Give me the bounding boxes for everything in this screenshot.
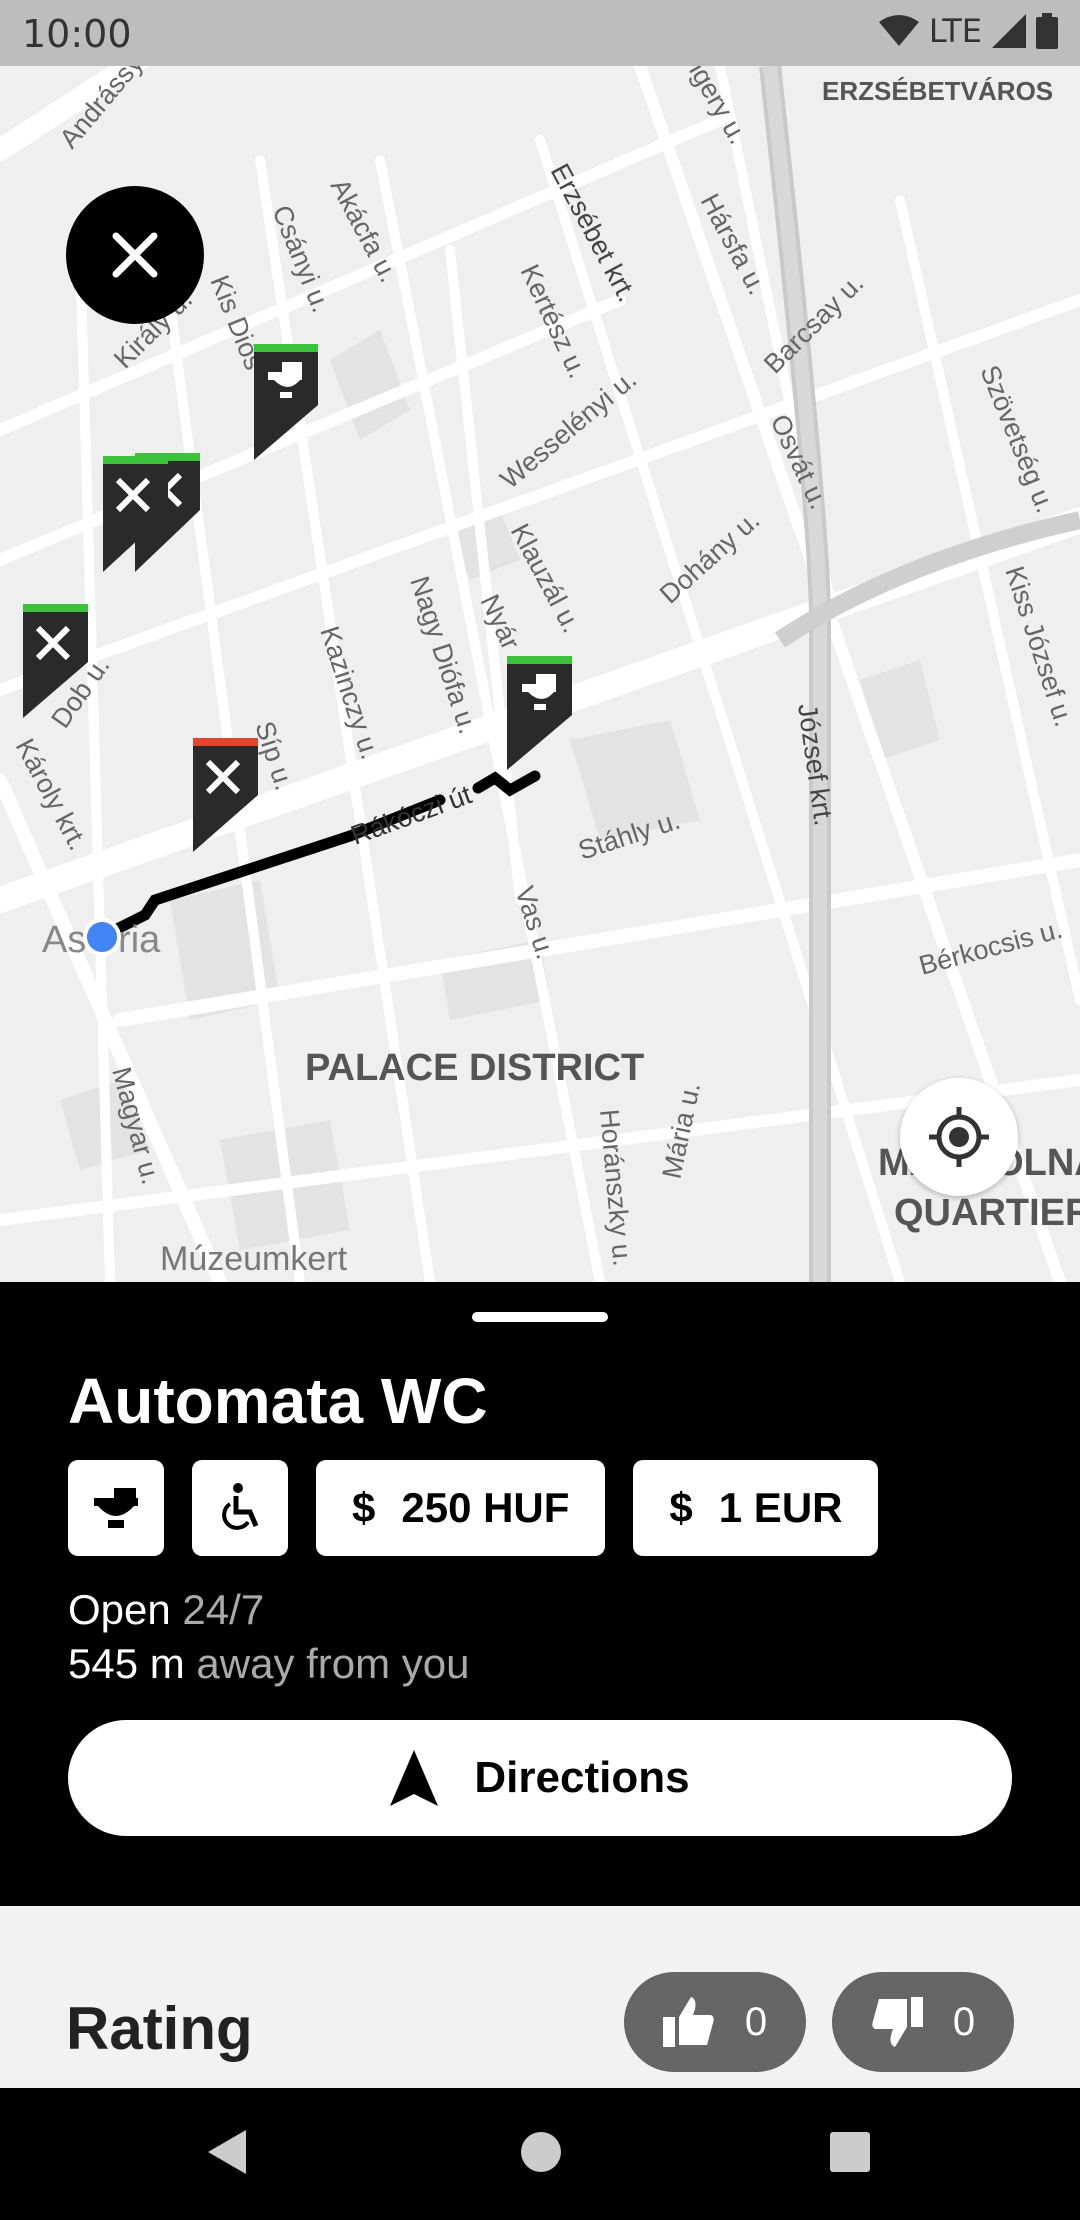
network-label: LTE <box>928 12 982 50</box>
price-chip-eur: $ 1 EUR <box>633 1460 879 1556</box>
street-label: Múzeumkert <box>160 1240 348 1278</box>
rating-section: Rating 0 0 <box>0 1906 1080 2088</box>
back-icon[interactable] <box>204 2128 248 2176</box>
crosshair-icon <box>929 1107 989 1167</box>
thumbs-down-icon <box>872 1997 923 2047</box>
signal-icon <box>992 14 1026 48</box>
feature-chips: $ 250 HUF $ 1 EUR <box>68 1460 879 1556</box>
status-icons: LTE <box>878 12 1058 50</box>
status-bar: 10:00 LTE <box>0 0 1080 66</box>
thumbs-down-button[interactable]: 0 <box>832 1972 1014 2072</box>
place-details-sheet: Automata WC $ 250 HUF $ 1 EUR Open 24/7 … <box>0 1282 1080 1906</box>
current-location-dot <box>83 918 121 956</box>
district-label: PALACE DISTRICT <box>305 1047 644 1089</box>
recents-icon[interactable] <box>828 2128 872 2176</box>
dollar-icon: $ <box>669 1484 693 1531</box>
close-icon <box>112 232 158 278</box>
wifi-icon <box>878 15 919 46</box>
battery-icon <box>1036 13 1058 49</box>
distance: 545 m away from you <box>68 1640 470 1688</box>
open-value: 24/7 <box>182 1586 265 1633</box>
wheelchair-icon <box>222 1483 259 1530</box>
wheelchair-chip <box>192 1460 288 1556</box>
home-icon[interactable] <box>519 2128 563 2176</box>
map-view[interactable]: Andrássy út Csengery u. Erzsébet krt. Há… <box>0 66 1080 1282</box>
place-title: Automata WC <box>68 1365 488 1437</box>
thumbs-up-button[interactable]: 0 <box>624 1972 806 2072</box>
rating-title: Rating <box>66 1995 253 2062</box>
distance-value: 545 m <box>68 1640 185 1687</box>
directions-button[interactable]: Directions <box>68 1720 1012 1836</box>
my-location-button[interactable] <box>900 1078 1018 1196</box>
thumbs-up-icon <box>662 1997 714 2047</box>
toilet-icon <box>94 1488 138 1528</box>
thumbs-up-count: 0 <box>744 1999 768 2044</box>
price-label: 1 EUR <box>718 1484 843 1531</box>
thumbs-down-count: 0 <box>952 1999 976 2044</box>
price-chip-huf: $ 250 HUF <box>316 1460 606 1556</box>
district-label: ERZSÉBETVÁROS <box>822 76 1053 106</box>
toilet-chip <box>68 1460 164 1556</box>
price-label: 250 HUF <box>401 1484 570 1531</box>
navigation-arrow-icon <box>390 1750 439 1806</box>
open-label: Open <box>68 1586 171 1633</box>
system-nav-bar <box>0 2088 1080 2220</box>
status-time: 10:00 <box>22 12 132 56</box>
opening-hours: Open 24/7 <box>68 1586 264 1634</box>
sheet-drag-handle[interactable] <box>472 1312 608 1322</box>
directions-label: Directions <box>474 1753 690 1802</box>
close-button[interactable] <box>66 186 204 324</box>
distance-suffix: away from you <box>196 1640 470 1687</box>
district-label: QUARTIER <box>894 1192 1080 1234</box>
dollar-icon: $ <box>352 1484 376 1531</box>
